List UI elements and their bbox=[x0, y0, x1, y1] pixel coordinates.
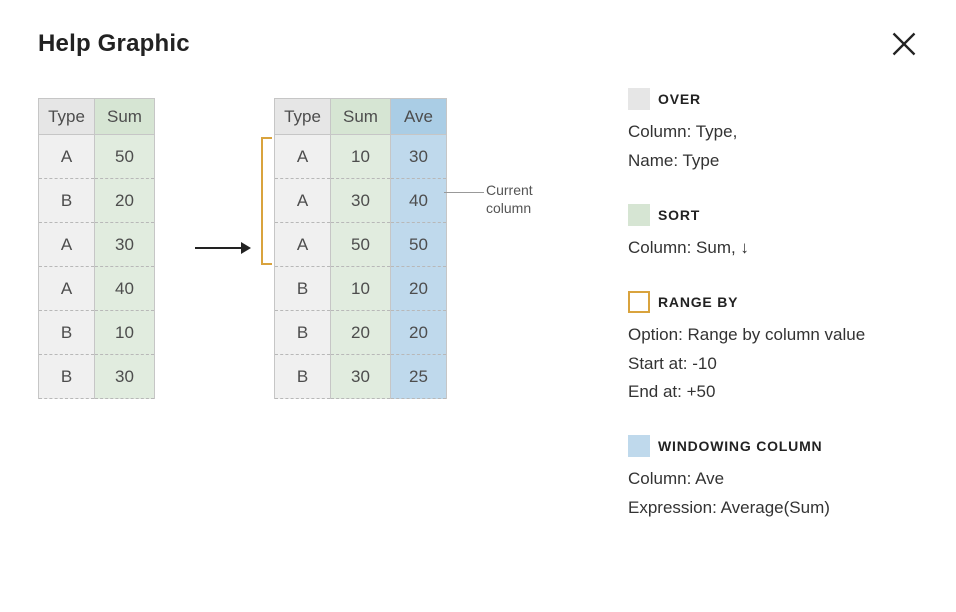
cell: 50 bbox=[95, 135, 155, 179]
legend-line: End at: +50 bbox=[628, 378, 918, 407]
col-header-type: Type bbox=[275, 99, 331, 135]
cell: 20 bbox=[331, 311, 391, 355]
cell: B bbox=[275, 311, 331, 355]
cell: B bbox=[275, 267, 331, 311]
legend-head: SORT bbox=[628, 204, 918, 226]
table-row: B20 bbox=[39, 179, 155, 223]
legend-head: RANGE BY bbox=[628, 291, 918, 313]
legend-over: OVER Column: Type, Name: Type bbox=[628, 88, 918, 176]
legend-title: SORT bbox=[658, 207, 700, 223]
range-bracket-icon bbox=[260, 136, 272, 266]
cell: 20 bbox=[391, 267, 447, 311]
cell: B bbox=[39, 355, 95, 399]
arrow-icon bbox=[193, 238, 251, 258]
legend-line: Start at: -10 bbox=[628, 350, 918, 379]
label-text: Current bbox=[486, 182, 533, 198]
legend-range: RANGE BY Option: Range by column value S… bbox=[628, 291, 918, 408]
cell: 30 bbox=[331, 355, 391, 399]
cell: B bbox=[39, 311, 95, 355]
cell: 50 bbox=[391, 223, 447, 267]
close-icon bbox=[890, 30, 918, 58]
cell: 25 bbox=[391, 355, 447, 399]
swatch-range-icon bbox=[628, 291, 650, 313]
label-text: column bbox=[486, 200, 531, 216]
cell: 10 bbox=[95, 311, 155, 355]
table-row: B10 bbox=[39, 311, 155, 355]
legend-windowing: WINDOWING COLUMN Column: Ave Expression:… bbox=[628, 435, 918, 523]
cell: A bbox=[275, 179, 331, 223]
cell: A bbox=[39, 267, 95, 311]
cell: A bbox=[275, 223, 331, 267]
main-content: Type Sum A50 B20 A30 A40 B10 B30 Type bbox=[38, 98, 918, 551]
current-column-label: Current column bbox=[486, 182, 533, 217]
cell: 30 bbox=[391, 135, 447, 179]
legend-line: Column: Sum, ↓ bbox=[628, 234, 918, 263]
tables-area: Type Sum A50 B20 A30 A40 B10 B30 Type bbox=[38, 98, 628, 408]
legend-sort: SORT Column: Sum, ↓ bbox=[628, 204, 918, 263]
table-row: A5050 bbox=[275, 223, 447, 267]
table-row: A40 bbox=[39, 267, 155, 311]
legend-title: RANGE BY bbox=[658, 294, 738, 310]
legend-head: OVER bbox=[628, 88, 918, 110]
cell: A bbox=[39, 223, 95, 267]
legend-line: Name: Type bbox=[628, 147, 918, 176]
cell: 30 bbox=[95, 223, 155, 267]
cell: 10 bbox=[331, 135, 391, 179]
swatch-over-icon bbox=[628, 88, 650, 110]
legend-title: WINDOWING COLUMN bbox=[658, 438, 822, 454]
swatch-windowing-icon bbox=[628, 435, 650, 457]
col-header-type: Type bbox=[39, 99, 95, 135]
dialog-title: Help Graphic bbox=[38, 30, 190, 58]
cell: B bbox=[275, 355, 331, 399]
table-row: A30 bbox=[39, 223, 155, 267]
cell: 50 bbox=[331, 223, 391, 267]
table-row: B2020 bbox=[275, 311, 447, 355]
table-row: B1020 bbox=[275, 267, 447, 311]
legend: OVER Column: Type, Name: Type SORT Colum… bbox=[628, 88, 918, 551]
col-header-sum: Sum bbox=[95, 99, 155, 135]
close-button[interactable] bbox=[890, 30, 918, 58]
cell: 40 bbox=[95, 267, 155, 311]
cell: A bbox=[39, 135, 95, 179]
table-row: B3025 bbox=[275, 355, 447, 399]
cell: 20 bbox=[391, 311, 447, 355]
dialog-header: Help Graphic bbox=[38, 30, 918, 58]
legend-line: Option: Range by column value bbox=[628, 321, 918, 350]
legend-line: Expression: Average(Sum) bbox=[628, 494, 918, 523]
cell: 20 bbox=[95, 179, 155, 223]
cell: 30 bbox=[331, 179, 391, 223]
table-row: B30 bbox=[39, 355, 155, 399]
table-row: A50 bbox=[39, 135, 155, 179]
callout-line bbox=[444, 192, 484, 193]
result-table: Type Sum Ave A1030 A3040 A5050 B1020 B20… bbox=[274, 98, 447, 399]
table-row: A1030 bbox=[275, 135, 447, 179]
source-table: Type Sum A50 B20 A30 A40 B10 B30 bbox=[38, 98, 155, 399]
legend-line: Column: Type, bbox=[628, 118, 918, 147]
cell: B bbox=[39, 179, 95, 223]
table-row: A3040 bbox=[275, 179, 447, 223]
legend-title: OVER bbox=[658, 91, 701, 107]
cell: 30 bbox=[95, 355, 155, 399]
cell: A bbox=[275, 135, 331, 179]
swatch-sort-icon bbox=[628, 204, 650, 226]
cell: 40 bbox=[391, 179, 447, 223]
legend-line: Column: Ave bbox=[628, 465, 918, 494]
col-header-ave: Ave bbox=[391, 99, 447, 135]
col-header-sum: Sum bbox=[331, 99, 391, 135]
cell: 10 bbox=[331, 267, 391, 311]
legend-head: WINDOWING COLUMN bbox=[628, 435, 918, 457]
